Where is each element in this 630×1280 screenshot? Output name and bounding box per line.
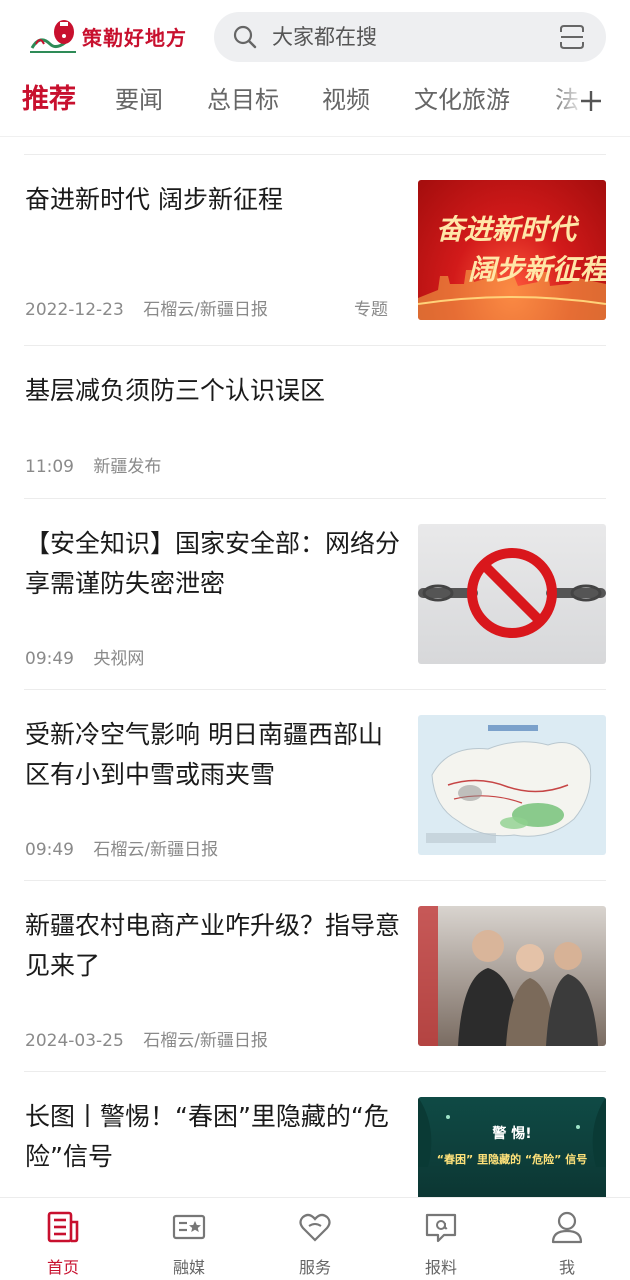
news-meta: 09:49 石榴云/新疆日报 bbox=[25, 835, 232, 860]
news-title: 受新冷空气影响 明日南疆西部山区有小到中雪或雨夹雪 bbox=[25, 720, 383, 789]
scan-icon[interactable] bbox=[558, 23, 586, 51]
news-title: 新疆农村电商产业咋升级？指导意见来了 bbox=[25, 911, 401, 980]
news-item[interactable]: 奋进新时代 阔步新征程 2022-12-23 石榴云/新疆日报 专题 奋进新时代… bbox=[0, 155, 630, 345]
logo-emblem-icon bbox=[30, 20, 76, 53]
news-item[interactable]: 受新冷空气影响 明日南疆西部山区有小到中雪或雨夹雪 09:49 石榴云/新疆日报 bbox=[0, 690, 630, 880]
news-title: 长图丨警惕！“春困”里隐藏的“危险”信号 bbox=[25, 1102, 389, 1171]
bottom-nav: 首页 融媒 服务 报料 我 bbox=[0, 1197, 630, 1280]
news-date: 09:49 bbox=[25, 840, 74, 860]
news-tag: 专题 bbox=[354, 300, 388, 320]
tab-video[interactable]: 视频 bbox=[322, 82, 370, 118]
weather-map-graphic bbox=[426, 725, 592, 843]
tab-overall-goal[interactable]: 总目标 bbox=[207, 82, 279, 118]
news-date: 2022-12-23 bbox=[25, 300, 124, 320]
nav-label: 服务 bbox=[298, 1258, 331, 1277]
nav-label: 我 bbox=[558, 1258, 575, 1277]
tab-culture-tourism[interactable]: 文化旅游 bbox=[414, 82, 510, 118]
news-item[interactable]: 长图丨警惕！“春困”里隐藏的“危险”信号 警 惕! “春困” 里隐藏的 “危险”… bbox=[0, 1072, 630, 1197]
nav-label: 首页 bbox=[46, 1258, 79, 1277]
nav-me[interactable]: 我 bbox=[504, 1198, 630, 1280]
news-thumbnail: 奋进新时代 阔步新征程 bbox=[418, 180, 606, 320]
thumbnail-caption-2: “春困” 里隐藏的 “危险” 信号 bbox=[436, 1153, 588, 1166]
news-title: 基层减负须防三个认识误区 bbox=[25, 376, 326, 405]
logo-text: 策勒好地方 bbox=[82, 25, 187, 50]
news-thumbnail: 警 惕! “春困” 里隐藏的 “危险” 信号 bbox=[418, 1097, 606, 1197]
thumbnail-caption-1: 奋进新时代 bbox=[436, 213, 577, 246]
user-profile-icon bbox=[551, 1211, 583, 1244]
news-date: 2024-03-25 bbox=[25, 1031, 124, 1051]
home-news-icon bbox=[47, 1211, 79, 1243]
heart-service-icon bbox=[299, 1213, 331, 1242]
news-title: 奋进新时代 阔步新征程 bbox=[25, 185, 283, 214]
search-placeholder: 大家都在搜 bbox=[272, 25, 377, 49]
media-card-icon bbox=[172, 1214, 206, 1240]
news-source: 央视网 bbox=[93, 649, 145, 669]
people-photo-graphic bbox=[418, 906, 598, 1046]
nav-label: 报料 bbox=[424, 1258, 457, 1277]
thumbnail-caption-1: 警 惕! bbox=[492, 1126, 532, 1142]
prohibited-chain-graphic bbox=[418, 548, 606, 638]
thumbnail-caption-2: 阔步新征程 bbox=[468, 253, 606, 286]
app-logo[interactable]: 策勒好地方 bbox=[26, 14, 191, 58]
search-icon bbox=[233, 25, 257, 49]
news-meta: 09:49 央视网 bbox=[25, 644, 158, 669]
add-channel-icon[interactable] bbox=[580, 90, 602, 112]
news-thumbnail bbox=[418, 906, 606, 1046]
nav-report[interactable]: 报料 bbox=[378, 1198, 504, 1280]
news-item[interactable]: 新疆农村电商产业咋升级？指导意见来了 2024-03-25 石榴云/新疆日报 bbox=[0, 881, 630, 1071]
news-source: 石榴云/新疆日报 bbox=[143, 300, 268, 320]
nav-media[interactable]: 融媒 bbox=[126, 1198, 252, 1280]
news-item[interactable]: 【安全知识】国家安全部：网络分享需谨防失密泄密 09:49 央视网 bbox=[0, 499, 630, 689]
news-item[interactable]: 基层减负须防三个认识误区 11:09 新疆发布 bbox=[0, 346, 630, 498]
nav-service[interactable]: 服务 bbox=[252, 1198, 378, 1280]
news-date: 11:09 bbox=[25, 457, 74, 477]
tab-headlines[interactable]: 要闻 bbox=[115, 82, 163, 118]
app-header: 策勒好地方 大家都在搜 bbox=[0, 0, 630, 74]
tab-recommend[interactable]: 推荐 bbox=[22, 82, 76, 118]
news-meta: 2022-12-23 石榴云/新疆日报 bbox=[25, 295, 282, 320]
news-source: 新疆发布 bbox=[93, 457, 162, 477]
news-meta: 11:09 新疆发布 bbox=[25, 452, 175, 477]
news-source: 石榴云/新疆日报 bbox=[143, 1031, 268, 1051]
nav-home[interactable]: 首页 bbox=[0, 1198, 126, 1280]
news-thumbnail bbox=[418, 524, 606, 664]
nav-label: 融媒 bbox=[172, 1258, 205, 1277]
news-title: 【安全知识】国家安全部：网络分享需谨防失密泄密 bbox=[25, 529, 401, 598]
news-date: 09:49 bbox=[25, 649, 74, 669]
report-chat-icon bbox=[425, 1213, 457, 1243]
news-source: 石榴云/新疆日报 bbox=[93, 840, 219, 860]
search-bar[interactable]: 大家都在搜 bbox=[214, 12, 606, 62]
channel-tabs: 推荐 要闻 总目标 视频 文化旅游 法 bbox=[0, 74, 630, 130]
news-thumbnail bbox=[418, 715, 606, 855]
warning-banner-graphic bbox=[418, 1097, 606, 1167]
news-feed: 奋进新时代 阔步新征程 2022-12-23 石榴云/新疆日报 专题 奋进新时代… bbox=[0, 137, 630, 1197]
news-meta: 2024-03-25 石榴云/新疆日报 bbox=[25, 1026, 282, 1051]
